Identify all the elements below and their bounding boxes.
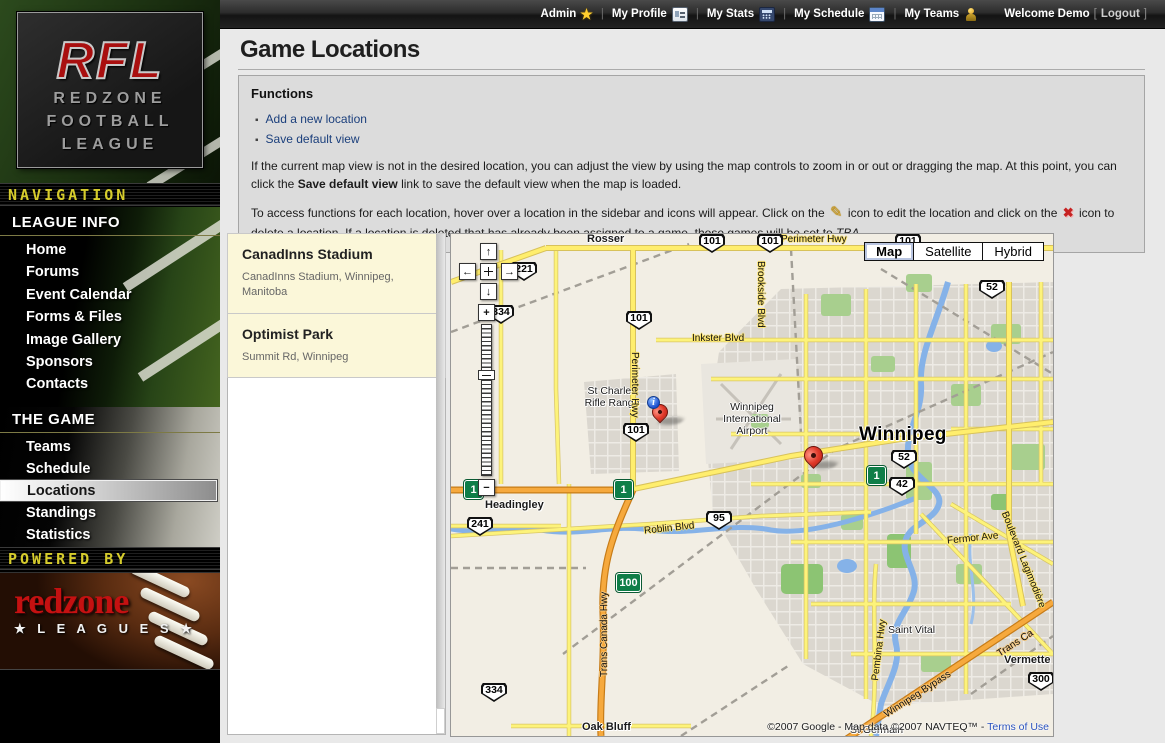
save-default-view-link[interactable]: Save default view: [255, 130, 1132, 148]
my-schedule-link[interactable]: My Schedule: [794, 7, 885, 22]
sidebar-item-standings[interactable]: Standings: [0, 503, 220, 524]
pan-up-button[interactable]: ↑: [480, 243, 497, 260]
map-label-winnipeg: Winnipeg: [859, 424, 947, 446]
location-address: Summit Rd, Winnipeg: [242, 350, 431, 365]
pan-left-button[interactable]: ←: [459, 263, 476, 280]
locations-scrollbar[interactable]: [436, 234, 445, 734]
sidebar-item-statistics[interactable]: Statistics: [0, 525, 220, 546]
sidebar-item-teams[interactable]: Teams: [0, 437, 220, 458]
scrollbar-thumb[interactable]: [436, 708, 445, 734]
trans-canada-shield-1: 1: [867, 466, 886, 485]
sidebar-item-forms-files[interactable]: Forms & Files: [0, 307, 220, 328]
map-copyright: ©2007 Google - Map data ©2007 NAVTEQ™ - …: [767, 721, 1049, 733]
redzone-leagues-logo: redzone ★ L E A G U E S ★: [0, 572, 220, 670]
sidebar-item-sponsors[interactable]: Sponsors: [0, 352, 220, 373]
map-type-satellite-button[interactable]: Satellite: [913, 242, 983, 261]
map-label-vermette: Vermette: [1004, 654, 1050, 666]
logout-link[interactable]: Logout: [1101, 8, 1140, 20]
edit-pencil-icon: ✎: [830, 204, 843, 221]
location-name: Optimist Park: [242, 326, 431, 342]
sidebar-item-forums[interactable]: Forums: [0, 262, 220, 283]
info-badge-icon[interactable]: i: [647, 396, 660, 409]
zoom-out-button[interactable]: −: [478, 479, 495, 496]
rfl-logo: RFL REDZONE FOOTBALL LEAGUE: [17, 12, 203, 168]
sidebar-item-locations[interactable]: Locations: [0, 480, 217, 501]
map-label-brookside: Brookside Blvd: [755, 261, 766, 328]
map-label-perimeter-west: Perimeter Hwy: [629, 352, 640, 418]
section-league-info: LEAGUE INFO: [0, 214, 220, 236]
map-label-airport: Winnipeg International Airport: [719, 401, 785, 437]
map-label-perimeter-top: Perimeter Hwy: [781, 234, 847, 245]
map-canvas[interactable]: Rosser Perimeter Hwy Brookside Blvd Inks…: [450, 233, 1054, 737]
calendar-icon: [869, 7, 885, 22]
navigation-led-banner: NAVIGATION: [0, 183, 220, 206]
pan-center-button[interactable]: [480, 263, 497, 280]
map-label-saint-vital: Saint Vital: [888, 624, 935, 636]
admin-star-icon: ★: [580, 6, 593, 23]
instructions-paragraph-1: If the current map view is not in the de…: [251, 157, 1132, 193]
sidebar-item-contacts[interactable]: Contacts: [0, 374, 220, 395]
move-cross-icon: [484, 267, 493, 276]
map-label-oak-bluff: Oak Bluff: [582, 721, 631, 733]
locations-list-panel: CanadInns Stadium CanadInns Stadium, Win…: [227, 233, 446, 735]
location-card-canadinns[interactable]: CanadInns Stadium CanadInns Stadium, Win…: [227, 233, 446, 314]
rfl-acronym: RFL: [18, 35, 202, 87]
section-the-game: THE GAME: [0, 411, 220, 433]
leagues-wordmark: ★ L E A G U E S ★: [14, 621, 196, 637]
profile-card-icon: [672, 7, 688, 22]
map-label-rosser: Rosser: [587, 233, 624, 245]
my-stats-link[interactable]: My Stats: [707, 7, 775, 22]
map-type-hybrid-button[interactable]: Hybrid: [982, 242, 1044, 261]
add-location-link[interactable]: Add a new location: [255, 110, 1132, 128]
main-content: Game Locations Functions Add a new locat…: [220, 29, 1165, 743]
map-label-headingley: Headingley: [485, 499, 544, 511]
my-profile-link[interactable]: My Profile: [612, 7, 688, 22]
functions-box: Functions Add a new location Save defaul…: [238, 75, 1145, 253]
sidebar-item-schedule[interactable]: Schedule: [0, 459, 220, 480]
player-icon: [964, 8, 978, 21]
zoom-in-button[interactable]: +: [478, 304, 495, 321]
trans-canada-shield-100: 100: [616, 573, 641, 592]
pan-right-button[interactable]: →: [501, 263, 518, 280]
delete-x-icon: ✖: [1063, 205, 1074, 220]
top-bar: Admin ★ | My Profile | My Stats | My Sch…: [220, 0, 1165, 29]
zoom-slider-handle[interactable]: —: [478, 370, 495, 380]
terms-of-use-link[interactable]: Terms of Use: [987, 721, 1049, 733]
map-type-buttons: Map Satellite Hybrid: [865, 242, 1044, 261]
sidebar-item-image-gallery[interactable]: Image Gallery: [0, 330, 220, 351]
map-label-trans-canada: Trans Canada Hwy: [599, 592, 610, 677]
trans-canada-shield-1: 1: [614, 480, 633, 499]
admin-link[interactable]: Admin ★: [541, 6, 593, 23]
sidebar-item-home[interactable]: Home: [0, 240, 220, 261]
location-address: CanadInns Stadium, Winnipeg, Manitoba: [242, 270, 431, 301]
calculator-icon: [759, 7, 775, 22]
location-card-optimist[interactable]: Optimist Park Summit Rd, Winnipeg: [227, 313, 446, 378]
page-title: Game Locations: [240, 36, 420, 64]
title-divider: [238, 69, 1145, 70]
map-label-inkster: Inkster Blvd: [692, 333, 744, 344]
zoom-slider-track[interactable]: [481, 324, 492, 476]
my-teams-link[interactable]: My Teams: [904, 8, 978, 21]
map-type-map-button[interactable]: Map: [864, 242, 914, 261]
functions-heading: Functions: [251, 84, 1132, 104]
powered-by-led-banner: POWERED BY: [0, 547, 220, 570]
map-base-art: [451, 234, 1053, 736]
pan-down-button[interactable]: ↓: [480, 283, 497, 300]
sidebar-item-event-calendar[interactable]: Event Calendar: [0, 285, 220, 306]
sidebar: RFL REDZONE FOOTBALL LEAGUE NAVIGATION L…: [0, 0, 220, 743]
redzone-wordmark: redzone: [14, 583, 128, 619]
welcome-text: Welcome Demo: [1004, 8, 1089, 20]
location-name: CanadInns Stadium: [242, 246, 431, 262]
